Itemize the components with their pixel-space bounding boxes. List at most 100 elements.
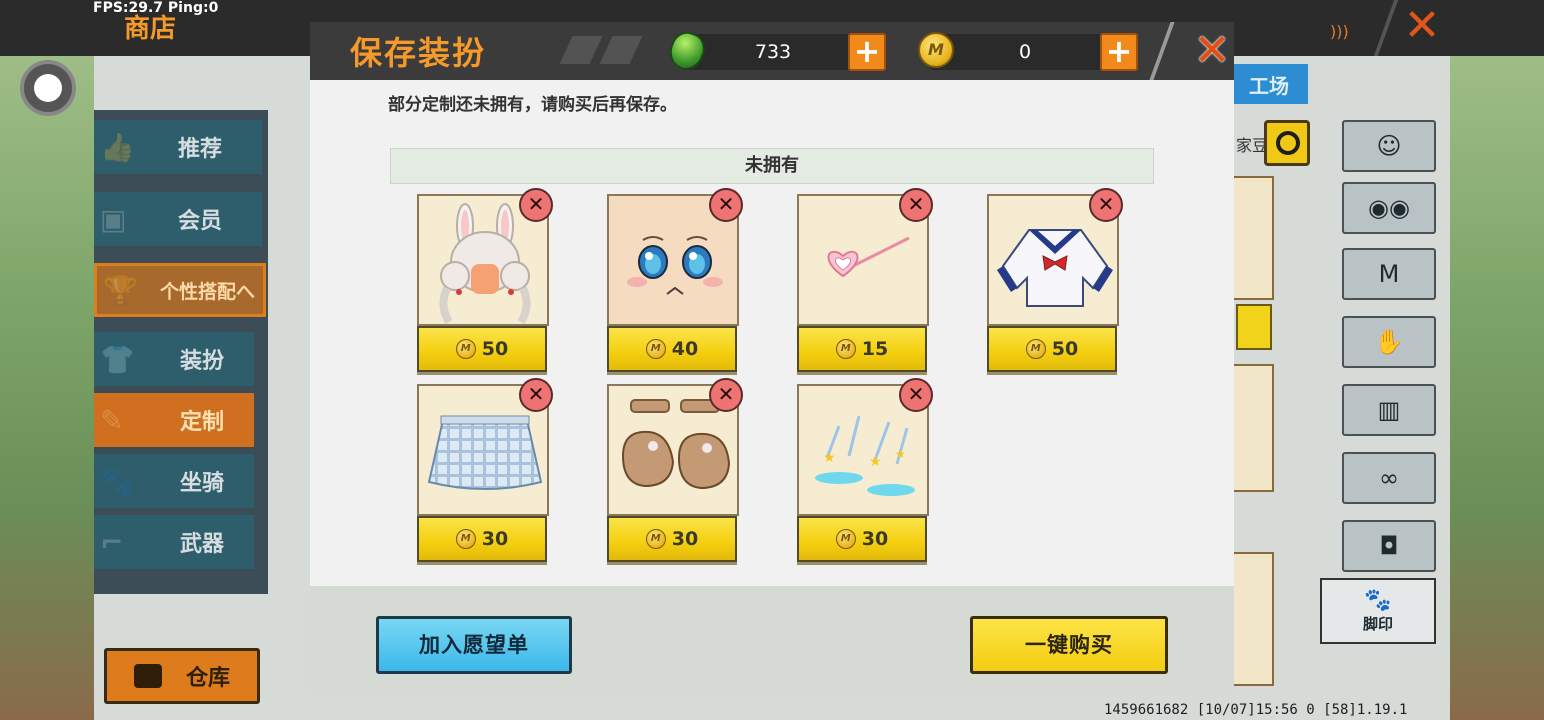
dialog-footer: 加入愿望单 一键购买 — [310, 586, 1234, 692]
sidebar-item-label: 个性搭配へ — [159, 280, 255, 303]
price-value: 30 — [481, 528, 509, 550]
svg-text:★: ★ — [869, 454, 882, 470]
item-card: ✕ M 30 — [607, 378, 743, 564]
tab-workshop[interactable]: 工场 — [1230, 64, 1308, 104]
bg-price-button[interactable] — [1236, 304, 1272, 350]
sidebar-item-weapon[interactable]: ⌐ 武器 — [94, 515, 254, 569]
category-pants-icon[interactable]: ▥ — [1342, 384, 1436, 436]
price-value: 50 — [481, 338, 509, 360]
price-button[interactable]: M 15 — [797, 326, 927, 372]
svg-text:★: ★ — [895, 447, 906, 461]
dialog-header: 保存装扮 733 + M 0 + ✕ — [310, 22, 1234, 80]
thumbs-up-icon: 👍 — [100, 130, 135, 164]
divider — [1149, 22, 1175, 80]
add-to-wishlist-button[interactable]: 加入愿望单 — [376, 616, 572, 674]
price-button[interactable]: M 40 — [607, 326, 737, 372]
remove-item-button[interactable]: ✕ — [519, 188, 553, 222]
warehouse-button[interactable]: 仓库 — [104, 648, 260, 704]
record-button[interactable] — [20, 60, 76, 116]
sidebar-item-label: 装扮 — [179, 349, 224, 374]
price-value: 30 — [861, 528, 889, 550]
category-face-icon[interactable]: ☺ — [1342, 120, 1436, 172]
coin-icon: M — [455, 339, 476, 359]
item-card: ✕ M 50 — [417, 188, 553, 374]
add-gems-button[interactable]: + — [848, 33, 886, 71]
remove-item-button[interactable]: ✕ — [709, 378, 743, 412]
shop-close-icon[interactable]: ✕ — [1400, 4, 1444, 48]
svg-text:★: ★ — [823, 450, 836, 466]
paw-icon: 🐾 — [1364, 588, 1392, 613]
price-button[interactable]: M 30 — [417, 516, 547, 562]
close-icon[interactable]: ✕ — [1190, 28, 1234, 74]
gun-icon: ⌐ — [100, 525, 124, 559]
item-card: ✕ M 15 — [797, 188, 933, 374]
category-shirt-icon[interactable]: M — [1342, 248, 1436, 300]
sidebar-item-recommend[interactable]: 👍 推荐 — [94, 120, 262, 174]
category-footprint[interactable]: 🐾 脚印 — [1320, 578, 1436, 644]
shirt-icon: 👕 — [100, 342, 135, 376]
signal-icon: ))) — [1330, 22, 1349, 41]
sidebar-item-label: 坐骑 — [179, 471, 224, 496]
price-button[interactable]: M 50 — [417, 326, 547, 372]
category-mask-icon[interactable]: ◉◉ — [1342, 182, 1436, 234]
notice-text: 部分定制还未拥有，请购买后再保存。 — [388, 95, 677, 115]
header-decoration — [559, 36, 603, 64]
coin-icon: M — [835, 529, 856, 549]
sidebar-group-style[interactable]: 🏆 个性搭配へ — [94, 263, 266, 317]
save-outfit-dialog: 保存装扮 733 + M 0 + ✕ 部分定制还未拥有，请购买后再保存。 未拥有 — [310, 22, 1234, 692]
item-card: ★ ★ ★ ✕ M 30 — [797, 378, 933, 564]
category-backpack-icon[interactable]: ◘ — [1342, 520, 1436, 572]
remove-item-button[interactable]: ✕ — [899, 378, 933, 412]
remove-item-button[interactable]: ✕ — [519, 378, 553, 412]
header-decoration — [599, 36, 643, 64]
category-glove-icon[interactable]: ✋ — [1342, 316, 1436, 368]
price-value: 15 — [861, 338, 889, 360]
item-card: ✕ M 40 — [607, 188, 743, 374]
version-info: 1459661682 [10/07]15:56 0 [58]1.19.1 — [1104, 702, 1408, 718]
footprint-label: 脚印 — [1362, 615, 1393, 633]
price-button[interactable]: M 30 — [797, 516, 927, 562]
coin-icon: M — [835, 339, 856, 359]
item-card: ✕ M 30 — [417, 378, 553, 564]
mount-icon: 🐾 — [100, 464, 135, 498]
section-title: 未拥有 — [390, 148, 1154, 184]
sidebar-item-vip[interactable]: ▣ 会员 — [94, 192, 262, 246]
vip-icon: ▣ — [100, 202, 127, 236]
warehouse-label: 仓库 — [185, 666, 230, 691]
chest-icon — [133, 664, 162, 688]
coin-icon: M — [455, 529, 476, 549]
price-value: 40 — [671, 338, 699, 360]
dialog-title: 保存装扮 — [350, 34, 487, 72]
sidebar-item-label: 推荐 — [177, 137, 222, 162]
coin-count: 0 — [1018, 41, 1032, 63]
coin-icon: M — [918, 32, 954, 68]
sidebar-item-label: 定制 — [179, 410, 224, 435]
category-shoes-icon[interactable]: ∞ — [1342, 452, 1436, 504]
shop-title: 商店 — [124, 14, 177, 44]
bg-item-card[interactable] — [1232, 552, 1274, 686]
price-value: 30 — [671, 528, 699, 550]
sidebar-item-outfit[interactable]: 👕 装扮 — [94, 332, 254, 386]
sidebar-item-custom[interactable]: ✎ 定制 — [94, 393, 254, 447]
price-button[interactable]: M 50 — [987, 326, 1117, 372]
coin-icon: M — [1025, 339, 1046, 359]
sidebar-item-label: 会员 — [177, 209, 222, 234]
remove-item-button[interactable]: ✕ — [709, 188, 743, 222]
pencil-icon: ✎ — [100, 403, 124, 437]
sidebar-item-label: 武器 — [179, 532, 224, 557]
bg-item-card[interactable] — [1232, 176, 1274, 300]
item-card: ✕ M 50 — [987, 188, 1123, 374]
coin-icon: M — [645, 529, 666, 549]
sidebar-item-mount[interactable]: 🐾 坐骑 — [94, 454, 254, 508]
add-coins-button[interactable]: + — [1100, 33, 1138, 71]
price-button[interactable]: M 30 — [607, 516, 737, 562]
search-icon[interactable] — [1264, 120, 1310, 166]
buy-all-button[interactable]: 一键购买 — [970, 616, 1168, 674]
trophy-icon: 🏆 — [103, 273, 138, 307]
coin-icon: M — [645, 339, 666, 359]
remove-item-button[interactable]: ✕ — [1089, 188, 1123, 222]
bg-item-card[interactable] — [1232, 364, 1274, 492]
price-value: 50 — [1051, 338, 1079, 360]
remove-item-button[interactable]: ✕ — [899, 188, 933, 222]
gem-count: 733 — [754, 41, 792, 63]
